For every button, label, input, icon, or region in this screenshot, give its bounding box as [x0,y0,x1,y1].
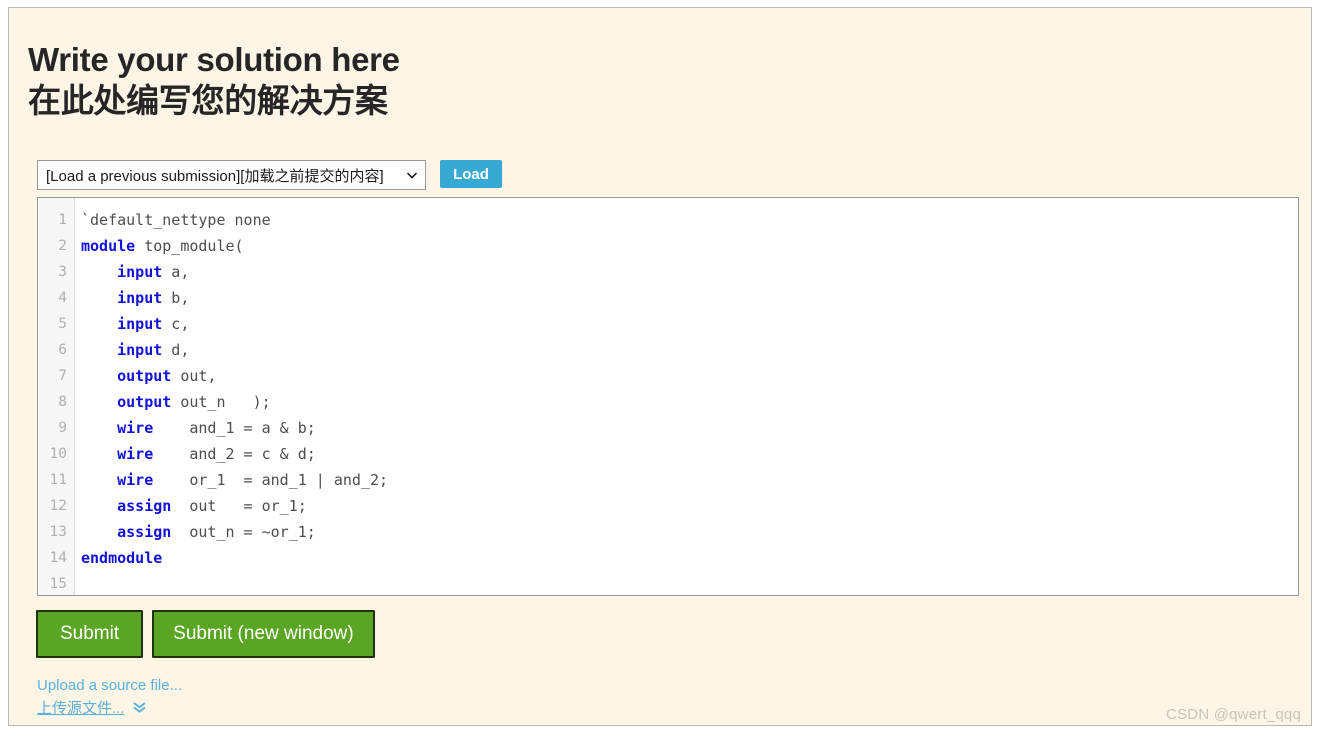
code-text: out = or_1; [171,497,307,515]
line-number: 3 [58,264,67,280]
code-keyword: assign [117,523,172,541]
line-number: 13 [49,524,67,540]
code-text: out_n ); [171,393,271,411]
code-line: wire or_1 = and_1 | and_2; [81,467,1298,493]
code-keyword: input [117,341,163,359]
code-text: out, [171,367,217,385]
code-editor[interactable]: 1 2 3 4 5 6 7 8 9 10 11 12 13 14 15 `default_nettype n… [37,197,1299,596]
code-line: input d, [81,337,1298,363]
previous-submission-select[interactable]: [Load a previous submission][加载之前提交的内容] [37,160,426,190]
code-text: and_2 = c & d; [153,445,316,463]
line-number: 15 [49,576,67,592]
upload-source-links: Upload a source file... 上传源文件... [37,674,182,720]
page-root: Write your solution here 在此处编写您的解决方案 [Lo… [0,0,1322,737]
code-keyword: output [117,393,172,411]
line-number: 11 [49,472,67,488]
solution-panel: Write your solution here 在此处编写您的解决方案 [Lo… [8,7,1312,726]
line-number: 6 [58,342,67,358]
code-line: wire and_1 = a & b; [81,415,1298,441]
line-number: 7 [58,368,67,384]
page-title-cn: 在此处编写您的解决方案 [28,82,388,119]
code-text: a, [162,263,190,281]
upload-source-file-label-cn: 上传源文件... [37,700,125,717]
code-text: or_1 = and_1 | and_2; [153,471,389,489]
code-line: output out_n ); [81,389,1298,415]
line-number: 1 [58,212,67,228]
code-line: input a, [81,259,1298,285]
code-line: module top_module( [81,233,1298,259]
watermark: CSDN @qwert_qqq [1166,706,1301,723]
code-keyword: wire [117,419,154,437]
page-title: Write your solution here 在此处编写您的解决方案 [28,39,928,121]
load-submission-row: [Load a previous submission][加载之前提交的内容] … [37,160,502,190]
line-number: 12 [49,498,67,514]
page-title-en: Write your solution here [28,41,400,78]
line-number: 4 [58,290,67,306]
code-line: input b, [81,285,1298,311]
code-line: input c, [81,311,1298,337]
code-keyword: input [117,263,163,281]
upload-source-file-link-cn[interactable]: 上传源文件... [37,697,182,720]
code-line: assign out = or_1; [81,493,1298,519]
code-text: d, [162,341,190,359]
line-number: 8 [58,394,67,410]
code-line: endmodule [81,545,1298,571]
code-keyword: wire [117,471,154,489]
code-line: assign out_n = ~or_1; [81,519,1298,545]
code-keyword: input [117,315,163,333]
line-number: 10 [49,446,67,462]
code-keyword: endmodule [81,549,163,567]
code-line: `default_nettype none [81,207,1298,233]
code-keyword: module [81,237,136,255]
code-text: b, [162,289,190,307]
load-button[interactable]: Load [440,160,502,188]
double-chevron-down-icon[interactable] [132,701,147,714]
upload-source-file-link-en[interactable]: Upload a source file... [37,674,182,697]
code-keyword: output [117,367,172,385]
line-number: 2 [58,238,67,254]
chevron-down-icon [406,169,418,181]
code-text: and_1 = a & b; [153,419,316,437]
line-number: 5 [58,316,67,332]
code-keyword: assign [117,497,172,515]
code-text: out_n = ~or_1; [171,523,316,541]
previous-submission-select-value: [Load a previous submission][加载之前提交的内容] [46,167,384,185]
code-line: wire and_2 = c & d; [81,441,1298,467]
code-text: c, [162,315,190,333]
code-keyword: wire [117,445,154,463]
submit-new-window-button[interactable]: Submit (new window) [152,610,375,658]
line-number-gutter: 1 2 3 4 5 6 7 8 9 10 11 12 13 14 15 [38,198,75,595]
code-keyword: input [117,289,163,307]
code-text: top_module( [135,237,244,255]
code-text: `default_nettype none [81,211,271,229]
line-number: 9 [58,420,67,436]
code-line: output out, [81,363,1298,389]
line-number: 14 [49,550,67,566]
code-area[interactable]: `default_nettype none module top_module( … [75,198,1298,595]
submit-button-group: Submit Submit (new window) [36,610,375,658]
submit-button[interactable]: Submit [36,610,144,658]
